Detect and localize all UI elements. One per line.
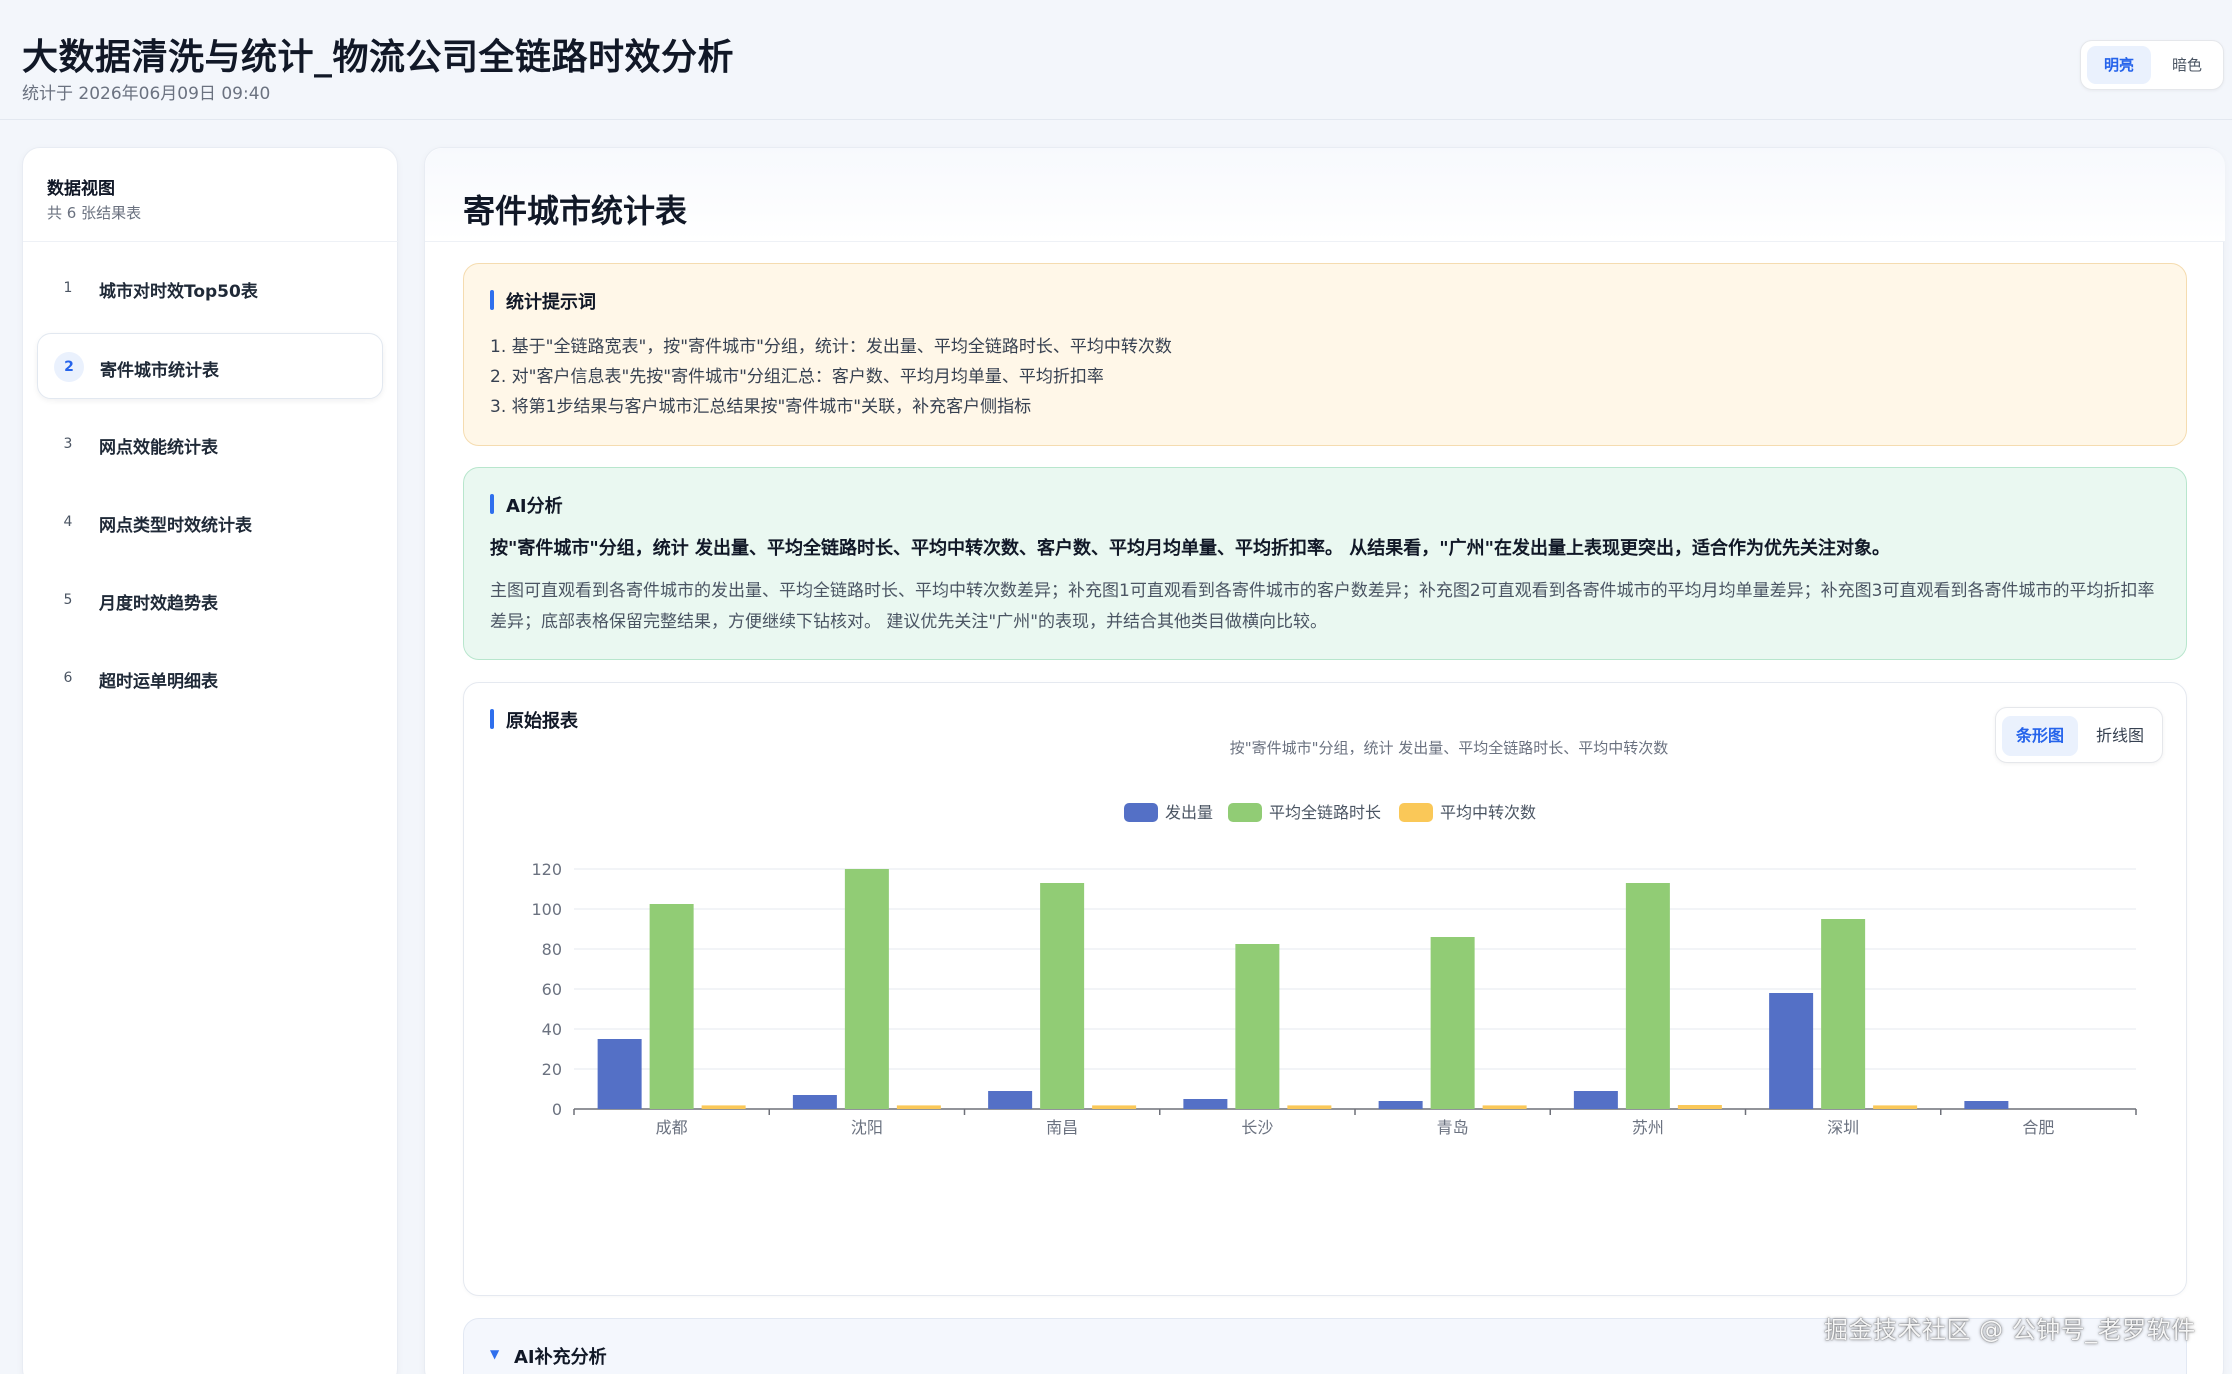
nav-number: 3 (63, 436, 73, 452)
y-tick-label: 0 (552, 1100, 562, 1119)
prompt-card: 统计提示词 1. 基于"全链路宽表"，按"寄件城市"分组，统计：发出量、平均全链… (463, 263, 2187, 446)
bar (597, 1039, 642, 1109)
collapse-caret-icon[interactable]: ▼ (490, 1347, 499, 1361)
sidebar-header: 数据视图 共 6 张结果表 (23, 148, 399, 242)
page-title: 寄件城市统计表 (463, 192, 688, 230)
y-tick-label: 120 (531, 860, 562, 879)
legend-label: 发出量 (1165, 803, 1213, 822)
bar (844, 869, 889, 1109)
sidebar-title: 数据视图 (47, 179, 115, 199)
sidebar-item-monthly-trend[interactable]: 5 月度时效趋势表 (37, 567, 383, 633)
legend-label: 平均全链路时长 (1269, 803, 1381, 822)
app-title: 大数据清洗与统计_物流公司全链路时效分析 (22, 37, 735, 78)
nav-number: 1 (63, 280, 73, 296)
bar (1183, 1099, 1228, 1109)
app-timestamp: 统计于 2026年06月09日 09:40 (22, 84, 271, 104)
ai-supplement-title: AI补充分析 (514, 1347, 607, 1368)
sidebar-item-sender-city[interactable]: 2 寄件城市统计表 (37, 333, 383, 399)
bar (1040, 883, 1085, 1109)
legend-swatch (1228, 803, 1262, 822)
y-tick-label: 60 (542, 980, 562, 999)
legend-label: 平均中转次数 (1440, 803, 1536, 822)
nav-label: 寄件城市统计表 (100, 361, 219, 381)
report-chart-card: 原始报表 按"寄件城市"分组，统计 发出量、平均全链路时长、平均中转次数 条形图… (463, 682, 2187, 1296)
prompt-line: 2. 对"客户信息表"先按"寄件城市"分组汇总：客户数、平均月均单量、平均折扣率 (490, 367, 1104, 387)
bar (1378, 1101, 1423, 1109)
bar (1287, 1105, 1332, 1109)
x-tick-label: 苏州 (1632, 1118, 1664, 1137)
x-tick-label: 南昌 (1046, 1118, 1078, 1137)
bar (896, 1105, 941, 1109)
theme-dark-button[interactable]: 暗色 (2155, 46, 2219, 84)
nav-number: 2 (54, 352, 84, 382)
nav-number: 6 (63, 670, 73, 686)
theme-light-button[interactable]: 明亮 (2087, 46, 2151, 84)
sidebar-count: 共 6 张结果表 (47, 204, 142, 222)
main-panel: 寄件城市统计表 统计提示词 1. 基于"全链路宽表"，按"寄件城市"分组，统计：… (424, 147, 2225, 1374)
sidebar-item-outlet-efficiency[interactable]: 3 网点效能统计表 (37, 411, 383, 477)
x-tick-label: 深圳 (1827, 1118, 1859, 1137)
sidebar-item-overdue-detail[interactable]: 6 超时运单明细表 (37, 645, 383, 711)
nav-label: 月度时效趋势表 (99, 594, 218, 614)
bar (1677, 1105, 1722, 1109)
bar (649, 904, 694, 1109)
nav-label: 网点效能统计表 (99, 438, 218, 458)
nav-number: 5 (63, 592, 73, 608)
legend-swatch (1124, 803, 1158, 822)
bar (1625, 883, 1670, 1109)
main-header: 寄件城市统计表 (425, 148, 2225, 242)
ai-analysis-title: AI分析 (490, 492, 563, 518)
legend-swatch (1399, 803, 1433, 822)
bar-chart: 发出量 平均全链路时长 平均中转次数 0 20 40 60 80 100 120 成都 沈阳 南昌 长沙 青… (531, 803, 2137, 1137)
x-tick-label: 合肥 (2022, 1118, 2054, 1137)
sidebar-item-city-pair-top50[interactable]: 1 城市对时效Top50表 (37, 255, 383, 321)
bar (1482, 1105, 1527, 1109)
x-tick-label: 成都 (656, 1118, 688, 1137)
prompt-line: 3. 将第1步结果与客户城市汇总结果按"寄件城市"关联，补充客户侧指标 (490, 397, 1032, 417)
bar (792, 1095, 837, 1109)
bar (701, 1105, 746, 1109)
prompt-title: 统计提示词 (490, 288, 596, 314)
bar (1092, 1105, 1137, 1109)
nav-label: 网点类型时效统计表 (99, 516, 252, 536)
y-tick-label: 20 (542, 1060, 562, 1079)
y-tick-label: 80 (542, 940, 562, 959)
bar (1821, 919, 1866, 1109)
app-header: 大数据清洗与统计_物流公司全链路时效分析 统计于 2026年06月09日 09:… (0, 0, 2232, 120)
ai-analysis-card: AI分析 按"寄件城市"分组，统计 发出量、平均全链路时长、平均中转次数、客户数… (463, 467, 2187, 660)
ai-analysis-headline: 按"寄件城市"分组，统计 发出量、平均全链路时长、平均中转次数、客户数、平均月均… (490, 538, 1891, 559)
bar (1769, 993, 1814, 1109)
watermark: 掘金技术社区 @ 公钟号_老罗软件 (1824, 1316, 2196, 1344)
bar (988, 1091, 1033, 1109)
x-tick-label: 青岛 (1437, 1118, 1469, 1137)
nav-number: 4 (63, 514, 73, 530)
sidebar: 数据视图 共 6 张结果表 1 城市对时效Top50表 2 寄件城市统计表 3 … (22, 147, 399, 1374)
y-tick-label: 40 (542, 1020, 562, 1039)
bar (1430, 937, 1475, 1109)
x-tick-label: 长沙 (1241, 1118, 1273, 1137)
ai-analysis-body: 主图可直观看到各寄件城市的发出量、平均全链路时长、平均中转次数差异；补充图1可直… (490, 581, 2155, 632)
nav-label: 城市对时效Top50表 (99, 282, 258, 302)
bar (1964, 1101, 2009, 1109)
y-tick-label: 100 (531, 900, 562, 919)
bar (1573, 1091, 1618, 1109)
bar (1873, 1105, 1918, 1109)
nav-label: 超时运单明细表 (99, 672, 218, 692)
theme-toggle: 明亮 暗色 (2080, 40, 2224, 90)
prompt-line: 1. 基于"全链路宽表"，按"寄件城市"分组，统计：发出量、平均全链路时长、平均… (490, 337, 1172, 357)
sidebar-item-outlet-type[interactable]: 4 网点类型时效统计表 (37, 489, 383, 555)
bar (1235, 944, 1280, 1109)
x-tick-label: 沈阳 (851, 1118, 883, 1137)
